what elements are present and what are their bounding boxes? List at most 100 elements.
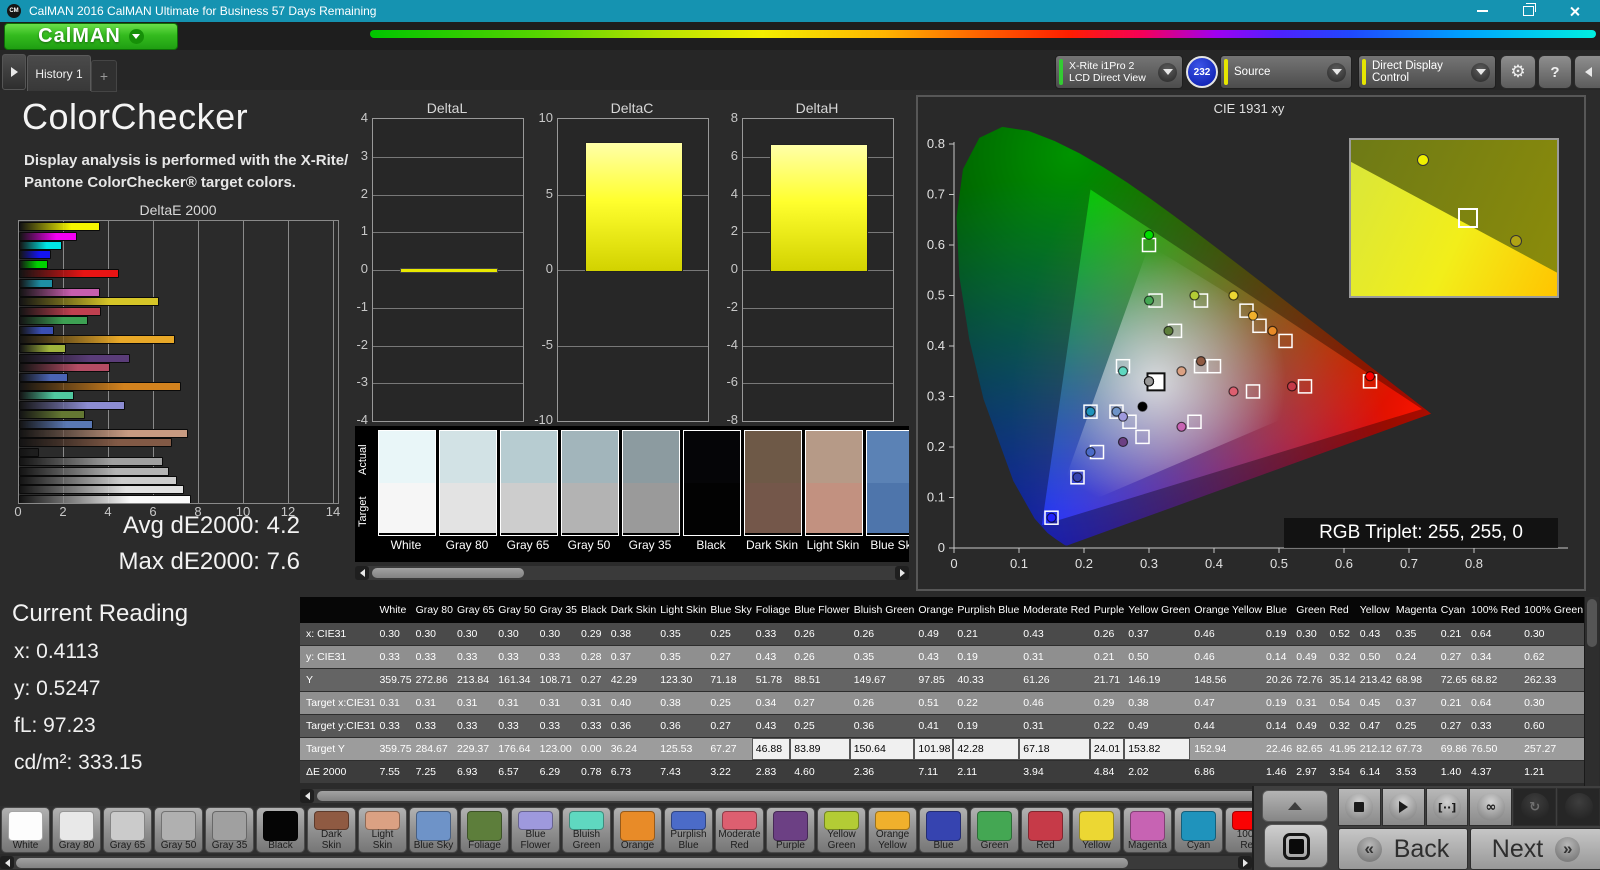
- patch-row-scrollbar[interactable]: [0, 856, 1252, 869]
- patch-button-foliage[interactable]: Foliage: [460, 807, 509, 853]
- patch-button-red[interactable]: Red: [1021, 807, 1070, 853]
- table-vscroll-thumb[interactable]: [1587, 599, 1597, 647]
- patch-scroll-thumb[interactable]: [16, 858, 1128, 868]
- patch-button-purplish-blue[interactable]: Purplish Blue: [664, 807, 713, 853]
- cell-target-y-cie31-purplish-blue: 0.19: [953, 714, 1020, 738]
- col-header-yellow-green: Yellow Green: [1124, 597, 1191, 623]
- continuous-read-button[interactable]: ∞: [1469, 788, 1513, 826]
- chevrons-left-icon: «: [1356, 836, 1382, 862]
- refresh-button[interactable]: ↻: [1513, 788, 1557, 826]
- patch-button-white[interactable]: White: [1, 807, 50, 853]
- deltae-bar-cyan: [19, 278, 53, 288]
- tab-scroll-left-button[interactable]: [2, 54, 26, 90]
- cell-target-y-bluish-green[interactable]: 150.64: [849, 737, 915, 761]
- cell--e-2000-100-red: 4.37: [1467, 760, 1521, 783]
- cell-target-y-purplish-blue[interactable]: 42.28: [953, 737, 1020, 761]
- scroll-right-icon[interactable]: [1238, 856, 1252, 869]
- cell-y-cie31-bluish-green: 0.35: [849, 645, 915, 669]
- close-icon[interactable]: [1564, 4, 1584, 18]
- patch-label: Yellow: [1082, 839, 1111, 851]
- strip-scroll-thumb[interactable]: [372, 568, 524, 578]
- table-vertical-scrollbar[interactable]: [1584, 597, 1599, 787]
- cell--e-2000-yellow-green: 2.02: [1124, 760, 1191, 783]
- cell-target-y-yellow-green[interactable]: 153.82: [1124, 737, 1191, 761]
- col-header-100-green: 100% Green: [1520, 597, 1584, 623]
- tab-history-1[interactable]: History 1: [27, 55, 91, 91]
- patch-button-cyan[interactable]: Cyan: [1174, 807, 1223, 853]
- col-header-gray-35: Gray 35: [535, 597, 578, 623]
- chevron-up-icon[interactable]: [1262, 790, 1328, 822]
- cie-measured-green: [1143, 295, 1155, 306]
- patch-button-yellow[interactable]: Yellow: [1072, 807, 1121, 853]
- source-dropdown[interactable]: Source: [1220, 55, 1352, 89]
- cell-target-y-moderate-red[interactable]: 67.18: [1019, 737, 1090, 761]
- cell-target-y-cie31-yellow: 0.47: [1355, 714, 1392, 738]
- help-button[interactable]: ?: [1538, 55, 1572, 89]
- patch-compare-label: Gray 35: [628, 538, 672, 552]
- patch-button-blue-sky[interactable]: Blue Sky: [409, 807, 458, 853]
- scroll-left-icon[interactable]: [300, 789, 314, 803]
- stop-button[interactable]: [1338, 788, 1381, 826]
- deltaH-ytick: -8: [726, 412, 738, 427]
- cell--e-2000-blue-sky: 3.22: [706, 760, 752, 783]
- patch-button-yellow-green[interactable]: Yellow Green: [817, 807, 866, 853]
- read-series-button[interactable]: [··]: [1425, 788, 1469, 826]
- scroll-left-icon[interactable]: [0, 856, 14, 869]
- patch-button-100-red[interactable]: 100% Red: [1225, 807, 1252, 853]
- meter-line1: X-Rite i1Pro 2: [1069, 60, 1135, 72]
- collapse-panel-button[interactable]: [1574, 55, 1600, 89]
- svg-text:0.3: 0.3: [927, 389, 945, 404]
- patch-button-green[interactable]: Green: [970, 807, 1019, 853]
- scroll-left-icon[interactable]: [355, 566, 369, 580]
- target-swatch: [684, 483, 740, 533]
- patch-button-light-skin[interactable]: Light Skin: [358, 807, 407, 853]
- play-button[interactable]: [1381, 788, 1425, 826]
- patch-button-gray-50[interactable]: Gray 50: [154, 807, 203, 853]
- cie-inset-measured: [1509, 235, 1522, 248]
- restore-icon[interactable]: [1518, 3, 1538, 18]
- exposure-badge[interactable]: 232: [1186, 56, 1218, 88]
- patch-button-moderate-red[interactable]: Moderate Red: [715, 807, 764, 853]
- patch-color-swatch: [977, 811, 1012, 841]
- display-control-dropdown[interactable]: Direct Display Control: [1358, 55, 1496, 89]
- meter-dropdown[interactable]: X-Rite i1Pro 2 LCD Direct View: [1055, 55, 1183, 89]
- patch-button-black[interactable]: Black: [256, 807, 305, 853]
- patch-button-gray-65[interactable]: Gray 65: [103, 807, 152, 853]
- patch-button-dark-skin[interactable]: Dark Skin: [307, 807, 356, 853]
- cell-target-y-foliage[interactable]: 46.88: [751, 737, 791, 761]
- deltae-bar-orange-yellow: [19, 335, 176, 344]
- patch-compare-label: White: [390, 538, 422, 552]
- cell-y-blue-sky: 71.18: [706, 668, 752, 692]
- patch-color-swatch: [875, 811, 910, 830]
- cell-target-y-orange[interactable]: 101.98: [914, 737, 954, 761]
- patch-button-magenta[interactable]: Magenta: [1123, 807, 1172, 853]
- strip-scrollbar[interactable]: [355, 566, 909, 580]
- table-scroll-thumb[interactable]: [317, 791, 1395, 801]
- cell-target-x-cie31-orange-yellow: 0.47: [1190, 691, 1262, 715]
- col-header-blue: Blue: [1262, 597, 1293, 623]
- inactive-button[interactable]: [1557, 788, 1600, 826]
- next-button[interactable]: Next »: [1470, 828, 1600, 870]
- cell--e-2000-orange: 7.11: [914, 760, 954, 783]
- gear-icon[interactable]: ⚙: [1500, 55, 1536, 89]
- add-tab-button[interactable]: +: [91, 60, 117, 92]
- patch-button-blue-flower[interactable]: Blue Flower: [511, 807, 560, 853]
- patch-button-orange[interactable]: Orange: [613, 807, 662, 853]
- back-button[interactable]: « Back: [1338, 828, 1468, 870]
- target-swatch: [562, 483, 618, 533]
- scroll-right-icon[interactable]: [895, 566, 909, 580]
- patch-button-gray-80[interactable]: Gray 80: [52, 807, 101, 853]
- cell-target-y-blue-flower[interactable]: 83.89: [790, 737, 850, 761]
- cell-target-y-purple[interactable]: 24.01: [1089, 737, 1125, 761]
- calman-menu-button[interactable]: CalMAN: [4, 23, 178, 50]
- patch-button-blue[interactable]: Blue: [919, 807, 968, 853]
- patch-button-gray-35[interactable]: Gray 35: [205, 807, 254, 853]
- patch-button-bluish-green[interactable]: Bluish Green: [562, 807, 611, 853]
- patch-button-purple[interactable]: Purple: [766, 807, 815, 853]
- patch-button-orange-yellow[interactable]: Orange Yellow: [868, 807, 917, 853]
- window-title: CalMAN 2016 CalMAN Ultimate for Business…: [29, 4, 377, 18]
- deltae-bar-purple: [19, 353, 130, 363]
- minimize-icon[interactable]: [1472, 4, 1492, 18]
- deltae-bar-magenta: [19, 288, 101, 297]
- stop-measurement-button[interactable]: [1264, 824, 1328, 868]
